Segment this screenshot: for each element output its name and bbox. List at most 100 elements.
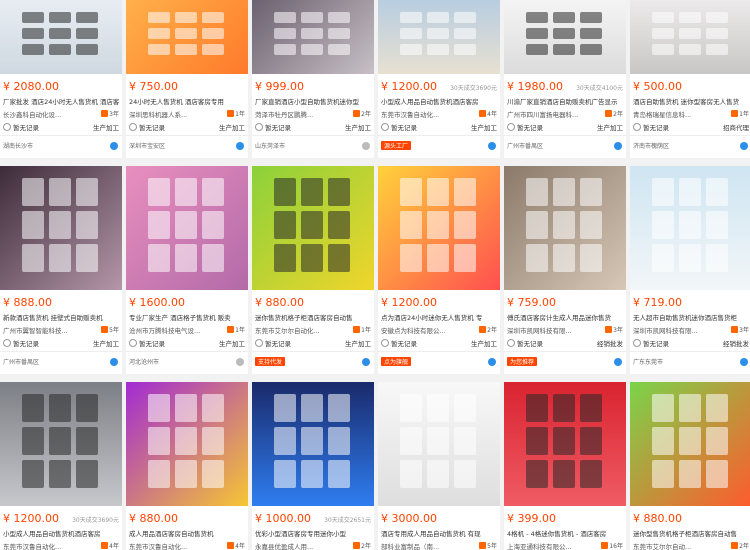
product-card[interactable]: ¥ 1200.00 30天成交3690元 小型成人用品自动售货机酒店客房 东莞市汉鲁自…	[378, 0, 500, 158]
product-card[interactable]: ¥ 3000.00 酒店专用成人用品自动售货机 有现 部科业富制品（南... 5年	[378, 382, 500, 550]
product-card[interactable]: ¥ 1980.00 30天成交4100元 川渝厂家直销酒店自助贩卖机广告显示 广州市四…	[504, 0, 626, 158]
shop-name[interactable]: 永嘉县优盈成人用...	[255, 541, 339, 550]
image-compartment	[49, 460, 71, 488]
product-title[interactable]: 成人用品酒店客房自动售货机	[129, 528, 245, 538]
product-title[interactable]: 24小时无人售货机 酒店客房专用	[129, 96, 245, 106]
image-compartment	[400, 394, 422, 422]
product-image[interactable]	[252, 382, 374, 506]
product-image[interactable]	[252, 166, 374, 290]
product-image[interactable]	[630, 382, 750, 506]
product-card[interactable]: ¥ 399.00 4格机 - 4格迷你售货机 - 酒店客房 上海亚通科技有限公...…	[504, 382, 626, 550]
image-compartment	[427, 211, 449, 239]
product-image[interactable]	[0, 166, 122, 290]
business-mode: 生产加工	[597, 124, 623, 132]
product-image[interactable]	[126, 166, 248, 290]
product-card[interactable]: ¥ 500.00 酒店自助售货机 迷你型客房无人售货 青岛格瑞星信息科... 1年 暂无…	[630, 0, 750, 158]
product-card[interactable]: ¥ 880.00 成人用品酒店客房自动售货机 东莞市汉鲁自动化... 4年	[126, 382, 248, 550]
location: 山东菏泽市	[255, 143, 286, 150]
product-image[interactable]	[630, 166, 750, 290]
image-compartment	[328, 427, 350, 455]
chat-icon[interactable]	[236, 142, 244, 150]
shop-name[interactable]: 广州市四川富扬电器科...	[507, 109, 591, 119]
product-title[interactable]: 迷你型售货机格子柜酒店客房自动售	[633, 528, 749, 538]
chat-icon[interactable]	[110, 142, 118, 150]
product-image[interactable]	[126, 0, 248, 74]
shop-name[interactable]: 长沙鑫科自动化设...	[3, 109, 87, 119]
shop-name[interactable]: 东莞市艾尔尔自动化...	[255, 325, 339, 335]
chat-icon[interactable]	[614, 142, 622, 150]
product-image[interactable]	[0, 382, 122, 506]
shop-name[interactable]: 深圳市凯网科技有限...	[633, 325, 717, 335]
product-card[interactable]: ¥ 2080.00 厂家批发 酒店24小时无人售货机 酒店客房 长沙鑫科自动化设..…	[0, 0, 122, 158]
shop-name[interactable]: 青岛格瑞星信息科...	[633, 109, 717, 119]
shop-name[interactable]: 深圳市凯网科技有限...	[507, 325, 591, 335]
shop-name[interactable]: 部科业富制品（南...	[381, 541, 465, 550]
chat-icon[interactable]	[110, 358, 118, 366]
chat-icon[interactable]	[236, 358, 244, 366]
product-title[interactable]: 4格机 - 4格迷你售货机 - 酒店客房	[507, 528, 623, 538]
location: 河北沧州市	[129, 359, 160, 366]
shop-name[interactable]: 广州市翼智智能科技...	[3, 325, 87, 335]
chat-icon[interactable]	[740, 358, 748, 366]
chat-icon[interactable]	[488, 358, 496, 366]
product-image[interactable]	[0, 0, 122, 74]
shop-name[interactable]: 菏泽市牡丹区鹏腾...	[255, 109, 339, 119]
product-image[interactable]	[504, 0, 626, 74]
product-image[interactable]	[630, 0, 750, 74]
product-card[interactable]: ¥ 888.00 新款酒店售货机 挂壁式自助贩卖机 广州市翼智智能科技... 5年 暂无…	[0, 166, 122, 374]
product-image[interactable]	[126, 382, 248, 506]
shop-name[interactable]: 深圳思科机器人系...	[129, 109, 213, 119]
membership-years: 2年	[353, 109, 371, 118]
product-title[interactable]: 小型成人用品自动售货机酒店客房	[381, 96, 497, 106]
product-card[interactable]: ¥ 880.00 迷你售货机格子柜酒店客房自动售 东莞市艾尔尔自动化... 1年 暂无记…	[252, 166, 374, 374]
product-title[interactable]: 傅氏酒店客房计生成人用品迷你售货	[507, 312, 623, 322]
image-compartment	[76, 44, 98, 55]
product-title[interactable]: 酒店自助售货机 迷你型客房无人售货	[633, 96, 749, 106]
product-image[interactable]	[378, 166, 500, 290]
chat-icon[interactable]	[614, 358, 622, 366]
shop-name[interactable]: 安徽点为科技有限公...	[381, 325, 465, 335]
image-compartment	[328, 394, 350, 422]
product-card[interactable]: ¥ 1000.00 30天成交2651元 优彩小型酒店客房专用迷你小型 永嘉县优盈成人…	[252, 382, 374, 550]
product-card[interactable]: ¥ 1600.00 专业厂家生产 酒店格子售货机 贩卖 沧州市万腾科技电气设... 1…	[126, 166, 248, 374]
shop-name[interactable]: 东莞市艾尔尔自动...	[633, 541, 717, 550]
product-card[interactable]: ¥ 1200.00 30天成交3690元 小型成人用品自动售货机酒店客房 东莞市汉鲁自…	[0, 382, 122, 550]
chat-icon[interactable]	[362, 358, 370, 366]
shop-name[interactable]: 东莞市汉鲁自动化...	[3, 541, 87, 550]
shop-name[interactable]: 沧州市万腾科技电气设...	[129, 325, 213, 335]
product-image[interactable]	[252, 0, 374, 74]
product-title[interactable]: 点为酒店24小时迷你无人售货机 专	[381, 312, 497, 322]
product-title[interactable]: 新款酒店售货机 挂壁式自助贩卖机	[3, 312, 119, 322]
image-compartment	[706, 44, 728, 55]
product-card[interactable]: ¥ 759.00 傅氏酒店客房计生成人用品迷你售货 深圳市凯网科技有限... 3年 暂无…	[504, 166, 626, 374]
product-title[interactable]: 无人超市自助售货机迷你酒店售货柜	[633, 312, 749, 322]
product-card[interactable]: ¥ 1200.00 点为酒店24小时迷你无人售货机 专安徽点为科技有限公... 2年…	[378, 166, 500, 374]
shop-name[interactable]: 东莞市汉鲁自动化...	[129, 541, 213, 550]
membership-years-text: 2年	[487, 327, 497, 334]
product-title[interactable]: 专业厂家生产 酒店格子售货机 贩卖	[129, 312, 245, 322]
product-title[interactable]: 川渝厂家直销酒店自助贩卖机广告显示	[507, 96, 623, 106]
product-image[interactable]	[504, 166, 626, 290]
product-title[interactable]: 迷你售货机格子柜酒店客房自动售	[255, 312, 371, 322]
product-title[interactable]: 优彩小型酒店客房专用迷你小型	[255, 528, 371, 538]
image-compartment	[400, 427, 422, 455]
product-image[interactable]	[378, 0, 500, 74]
product-card[interactable]: ¥ 719.00 无人超市自助售货机迷你酒店售货柜 深圳市凯网科技有限... 3年 暂无…	[630, 166, 750, 374]
chat-icon[interactable]	[488, 142, 496, 150]
chat-icon[interactable]	[740, 142, 748, 150]
product-card[interactable]: ¥ 999.00 厂家直销酒店小型自助售货机迷你型 菏泽市牡丹区鹏腾... 2年 暂无记…	[252, 0, 374, 158]
product-title[interactable]: 小型成人用品自动售货机酒店客房	[3, 528, 119, 538]
shop-name[interactable]: 东莞市汉鲁自动化...	[381, 109, 465, 119]
chat-icon[interactable]	[362, 142, 370, 150]
product-image[interactable]	[378, 382, 500, 506]
shop-name[interactable]: 上海亚通科技有限公...	[507, 541, 591, 550]
image-compartment	[22, 394, 44, 422]
image-compartment	[553, 427, 575, 455]
product-card[interactable]: ¥ 750.00 24小时无人售货机 酒店客房专用 深圳思科机器人系... 1年 暂无记…	[126, 0, 248, 158]
product-card[interactable]: ¥ 880.00 迷你型售货机格子柜酒店客房自动售 东莞市艾尔尔自动... 2年	[630, 382, 750, 550]
product-title[interactable]: 厂家直销酒店小型自助售货机迷你型	[255, 96, 371, 106]
product-title[interactable]: 酒店专用成人用品自动售货机 有现	[381, 528, 497, 538]
product-title[interactable]: 厂家批发 酒店24小时无人售货机 酒店客房	[3, 96, 119, 106]
product-image[interactable]	[504, 382, 626, 506]
transaction-record-text: 暂无记录	[517, 124, 543, 132]
